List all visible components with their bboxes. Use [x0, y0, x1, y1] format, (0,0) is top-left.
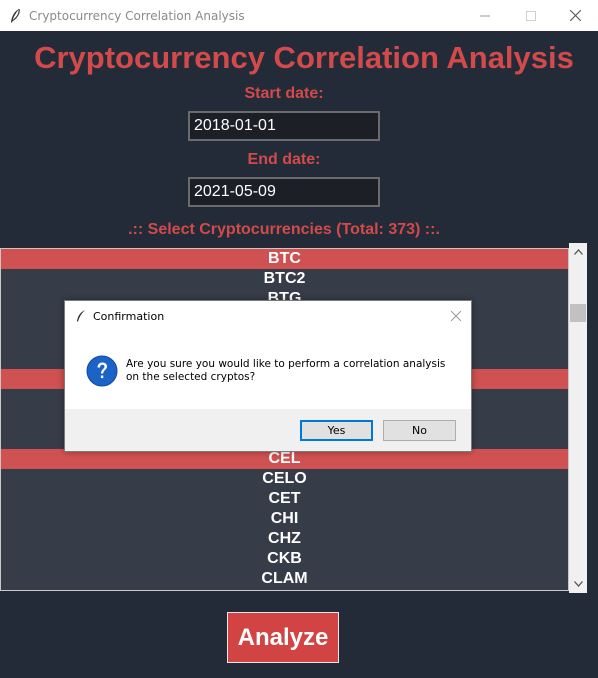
minimize-button[interactable]: [462, 0, 508, 31]
maximize-button[interactable]: [508, 0, 554, 31]
start-date-label: Start date:: [244, 85, 324, 102]
start-date-field[interactable]: 2018-01-01: [188, 111, 380, 141]
list-item[interactable]: CET: [1, 489, 568, 509]
analyze-button[interactable]: Analyze: [227, 612, 339, 663]
end-date-label: End date:: [247, 151, 321, 168]
dialog-message-line: on the selected cryptos?: [126, 371, 256, 383]
scrollbar-thumb[interactable]: [570, 304, 586, 322]
window-titlebar: Cryptocurrency Correlation Analysis: [0, 0, 598, 31]
feather-icon: [11, 8, 20, 23]
dialog-message: Are you sure you would like to perform a…: [126, 358, 456, 384]
close-button[interactable]: [552, 0, 598, 31]
list-item[interactable]: BTC: [1, 249, 568, 269]
yes-button[interactable]: Yes: [300, 420, 373, 441]
list-item[interactable]: CKB: [1, 549, 568, 569]
close-icon: [569, 10, 581, 21]
confirmation-dialog: Confirmation Are you sure you would like…: [64, 300, 472, 452]
list-item[interactable]: CHI: [1, 509, 568, 529]
chevron-up-icon: [573, 249, 583, 255]
window-title: Cryptocurrency Correlation Analysis: [29, 9, 245, 23]
list-item[interactable]: BTC2: [1, 269, 568, 289]
page-title: Cryptocurrency Correlation Analysis: [34, 40, 574, 75]
dialog-message-line: Are you sure you would like to perform a…: [126, 358, 446, 370]
list-item[interactable]: CELO: [1, 469, 568, 489]
list-item[interactable]: CLAM: [1, 569, 568, 589]
feather-icon: [77, 310, 85, 322]
no-button[interactable]: No: [383, 420, 456, 441]
chevron-down-icon: [573, 581, 583, 587]
end-date-field[interactable]: 2021-05-09: [188, 177, 380, 207]
select-cryptos-label: .:: Select Cryptocurrencies (Total: 373)…: [128, 221, 440, 238]
dialog-footer: Yes No: [65, 409, 471, 451]
listbox-scrollbar[interactable]: [569, 243, 587, 593]
close-icon: [451, 311, 461, 321]
question-icon: [86, 355, 118, 387]
minimize-icon: [480, 15, 490, 16]
scroll-down-button[interactable]: [569, 575, 587, 593]
scroll-up-button[interactable]: [569, 243, 587, 261]
dialog-close-button[interactable]: [446, 307, 466, 325]
dialog-title: Confirmation: [93, 310, 165, 323]
list-item[interactable]: CHZ: [1, 529, 568, 549]
list-item[interactable]: CEL: [1, 449, 568, 469]
maximize-icon: [526, 10, 536, 21]
